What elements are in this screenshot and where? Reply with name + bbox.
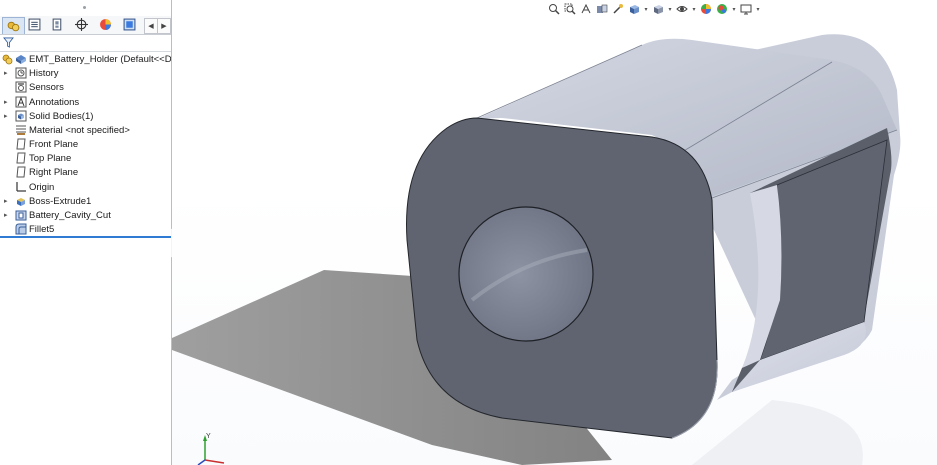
battery-holder-model[interactable] bbox=[172, 0, 937, 465]
tree-item-label: Top Plane bbox=[29, 152, 72, 164]
apply-scene-icon[interactable] bbox=[715, 2, 729, 16]
tree-item-label: Annotations bbox=[29, 96, 80, 108]
history-folder-icon bbox=[15, 67, 27, 79]
hide-show-items-icon[interactable] bbox=[675, 2, 689, 16]
zoom-to-fit-icon[interactable] bbox=[547, 2, 561, 16]
plane-icon bbox=[15, 166, 27, 178]
zoom-to-area-icon[interactable] bbox=[563, 2, 577, 16]
expand-arrow-icon[interactable]: ▸ bbox=[4, 211, 10, 219]
view-orientation-icon[interactable] bbox=[627, 2, 641, 16]
dropdown-arrow-icon[interactable]: ▾ bbox=[643, 6, 649, 13]
dropdown-arrow-icon[interactable]: ▾ bbox=[731, 6, 737, 13]
tree-item-label: Battery_Cavity_Cut bbox=[29, 209, 111, 221]
tab-scroll-left-button[interactable]: ◀ bbox=[144, 18, 158, 34]
tree-filter-row[interactable] bbox=[0, 35, 171, 52]
tree-item-fillet5[interactable]: Fillet5 bbox=[0, 222, 171, 236]
reference-triad[interactable]: Y bbox=[194, 430, 234, 465]
heads-up-view-toolbar: ▾ ▾ ▾ ▾ ▾ bbox=[547, 1, 761, 17]
solid-bodies-icon bbox=[15, 110, 27, 122]
dropdown-arrow-icon[interactable]: ▾ bbox=[667, 6, 673, 13]
expand-arrow-icon[interactable]: ▸ bbox=[4, 98, 10, 106]
tree-root-part[interactable]: EMT_Battery_Holder (Default<<Def bbox=[0, 52, 171, 66]
dropdown-arrow-icon[interactable]: ▾ bbox=[691, 6, 697, 13]
tree-item-label: Fillet5 bbox=[29, 223, 55, 235]
material-icon bbox=[15, 124, 27, 136]
view-settings-icon[interactable] bbox=[739, 2, 753, 16]
fillet-icon bbox=[15, 223, 27, 235]
expand-arrow-icon[interactable]: ▸ bbox=[4, 69, 10, 77]
panel-tab-bar: ◀ ▶ bbox=[0, 16, 171, 35]
previous-view-icon[interactable] bbox=[579, 2, 593, 16]
tree-item-material[interactable]: Material <not specified> bbox=[0, 123, 171, 137]
triad-y-label: Y bbox=[206, 433, 211, 440]
part-name-label: EMT_Battery_Holder (Default<<Def bbox=[29, 53, 172, 65]
configurationmanager-tab-icon[interactable] bbox=[47, 17, 68, 32]
rollback-bar[interactable] bbox=[0, 236, 171, 238]
tree-item-label: Boss-Extrude1 bbox=[29, 195, 92, 207]
propertymanager-tab-icon[interactable] bbox=[24, 17, 45, 32]
tree-item-label: Material <not specified> bbox=[29, 124, 130, 136]
wire-hole bbox=[458, 206, 594, 342]
tree-item-label: Origin bbox=[29, 181, 55, 193]
boss-extrude-icon bbox=[15, 195, 27, 207]
dynamic-annotation-icon[interactable] bbox=[611, 2, 625, 16]
tree-item-label: Solid Bodies(1) bbox=[29, 110, 94, 122]
tree-item-battery-cavity-cut[interactable]: ▸ Battery_Cavity_Cut bbox=[0, 208, 171, 222]
tree-item-annotations[interactable]: ▸ Annotations bbox=[0, 95, 171, 109]
section-view-icon[interactable] bbox=[595, 2, 609, 16]
reflection bbox=[692, 400, 863, 465]
tree-item-label: History bbox=[29, 67, 59, 79]
tree-item-top-plane[interactable]: Top Plane bbox=[0, 151, 171, 165]
filter-icon[interactable] bbox=[3, 37, 14, 48]
part-document-icon bbox=[15, 53, 27, 65]
tree-item-sensors[interactable]: Sensors bbox=[0, 80, 171, 94]
tree-item-history[interactable]: ▸ History bbox=[0, 66, 171, 80]
annotations-icon bbox=[15, 96, 27, 108]
tree-item-front-plane[interactable]: Front Plane bbox=[0, 137, 171, 151]
feature-manager-panel: ◀ ▶ EMT_Battery_Holder (Default<<Def ▸ H… bbox=[0, 0, 172, 465]
edit-appearance-icon[interactable] bbox=[699, 2, 713, 16]
grip-dot bbox=[83, 6, 86, 9]
graphics-area[interactable]: ▾ ▾ ▾ ▾ ▾ Y bbox=[172, 0, 937, 465]
panel-grip[interactable] bbox=[0, 0, 171, 16]
featuremanager-tab-icon[interactable] bbox=[2, 17, 25, 34]
display-manager-tab-icon[interactable] bbox=[95, 17, 116, 32]
origin-icon bbox=[15, 181, 27, 193]
tree-item-label: Right Plane bbox=[29, 166, 79, 178]
display-style-icon[interactable] bbox=[651, 2, 665, 16]
tree-item-label: Front Plane bbox=[29, 138, 79, 150]
tree-item-origin[interactable]: Origin bbox=[0, 180, 171, 194]
dimxpert-tab-icon[interactable] bbox=[71, 17, 92, 32]
sensors-icon bbox=[15, 81, 27, 93]
dropdown-arrow-icon[interactable]: ▾ bbox=[755, 6, 761, 13]
tree-item-boss-extrude1[interactable]: ▸ Boss-Extrude1 bbox=[0, 194, 171, 208]
expand-arrow-icon[interactable]: ▸ bbox=[4, 197, 10, 205]
tree-item-label: Sensors bbox=[29, 81, 64, 93]
cam-tab-icon[interactable] bbox=[119, 17, 140, 32]
plane-icon bbox=[15, 138, 27, 150]
tree-item-solid-bodies[interactable]: ▸ Solid Bodies(1) bbox=[0, 109, 171, 123]
expand-arrow-icon[interactable]: ▸ bbox=[4, 112, 10, 120]
tab-scroll-right-button[interactable]: ▶ bbox=[157, 18, 171, 34]
cut-extrude-icon bbox=[15, 209, 27, 221]
plane-icon bbox=[15, 152, 27, 164]
part-icon bbox=[2, 53, 14, 65]
tree-item-right-plane[interactable]: Right Plane bbox=[0, 165, 171, 179]
